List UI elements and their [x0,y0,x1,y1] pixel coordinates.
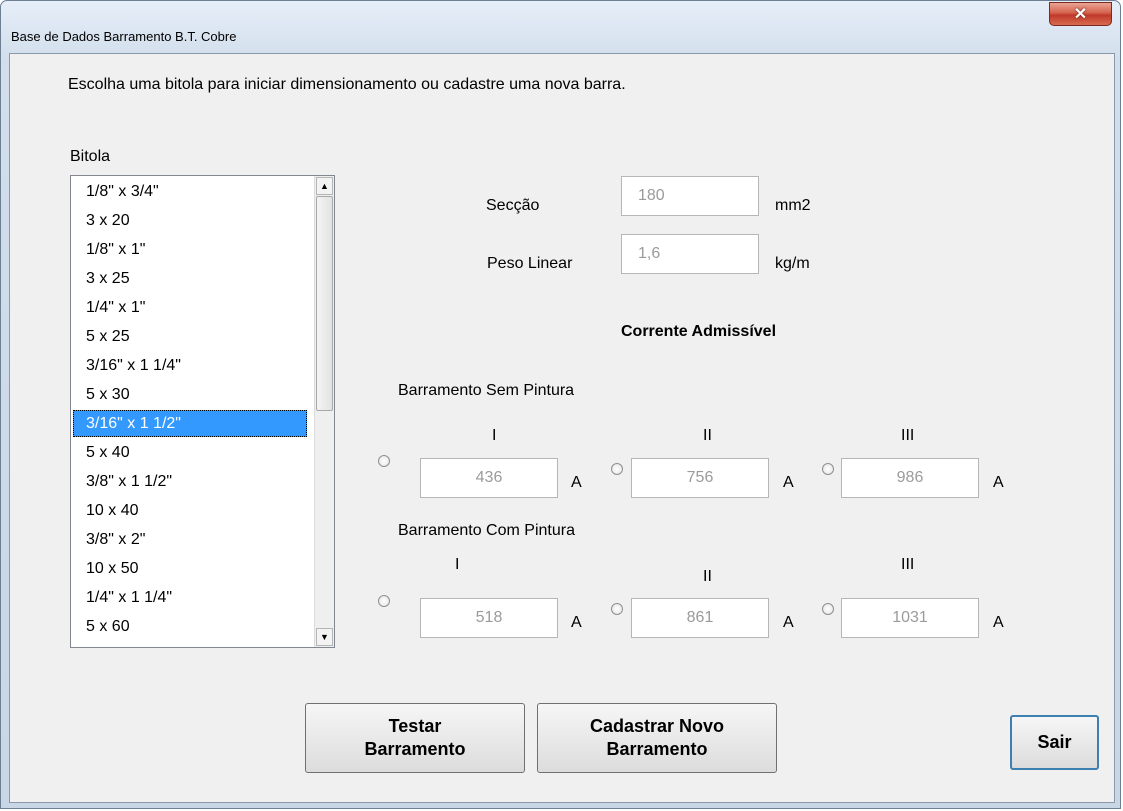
list-item[interactable]: 1/4" x 1" [73,294,307,321]
seccao-label: Secção [486,197,540,214]
com-col-header-ii: II [703,568,712,585]
bitola-listbox[interactable]: 1/8" x 3/4" 3 x 20 1/8" x 1" 3 x 25 1/4"… [70,175,335,648]
com-col-header-iii: III [901,556,915,573]
list-item[interactable]: 3 x 25 [73,265,307,292]
x-close-icon: ✕ [1073,6,1088,23]
window-title: Base de Dados Barramento B.T. Cobre [11,29,237,44]
listbox-scrollbar[interactable]: ▲ ▼ [314,176,334,647]
scroll-thumb[interactable] [316,196,333,411]
com-col-header-i: I [455,556,460,573]
sem-ii-radio[interactable] [611,463,623,475]
sem-i-radio[interactable] [378,455,390,467]
list-item[interactable]: 1/8" x 1" [73,236,307,263]
testar-barramento-button[interactable]: Testar Barramento [305,703,525,773]
corrente-admissivel-title: Corrente Admissível [621,323,777,340]
sem-col-header-ii: II [703,427,712,444]
sem-iii-unit: A [993,474,1004,491]
list-item[interactable]: 5 x 25 [73,323,307,350]
list-item-selected[interactable]: 3/16" x 1 1/2" [73,410,307,437]
list-item[interactable]: 3/16" x 1 1/4" [73,352,307,379]
cadastrar-novo-barramento-button[interactable]: Cadastrar Novo Barramento [537,703,777,773]
sem-pintura-label: Barramento Sem Pintura [398,382,575,399]
list-item[interactable]: 5 x 60 [73,613,307,640]
list-item[interactable]: 5 x 30 [73,381,307,408]
com-ii-radio[interactable] [611,603,623,615]
form-client-area: Escolha uma bitola para iniciar dimensio… [9,53,1115,803]
list-item[interactable]: 3 x 20 [73,207,307,234]
sair-label: Sair [1037,732,1072,752]
list-item[interactable]: 5 x 40 [73,439,307,466]
com-ii-field[interactable]: 861 [631,598,769,638]
sem-ii-field[interactable]: 756 [631,458,769,498]
sem-i-unit: A [571,474,582,491]
sem-ii-unit: A [783,474,794,491]
com-i-radio[interactable] [378,595,390,607]
com-i-unit: A [571,614,582,631]
scroll-up-icon[interactable]: ▲ [316,177,333,195]
list-item[interactable]: 3/8" x 1 1/2" [73,468,307,495]
com-iii-field[interactable]: 1031 [841,598,979,638]
scroll-down-icon[interactable]: ▼ [316,628,333,646]
sair-button[interactable]: Sair [1010,715,1099,770]
main-window: Base de Dados Barramento B.T. Cobre ✕ Es… [0,0,1121,809]
testar-barramento-label: Testar Barramento [364,716,466,759]
list-item[interactable]: 1/8" x 3/4" [73,178,307,205]
cadastrar-novo-barramento-label: Cadastrar Novo Barramento [589,716,725,759]
close-button[interactable]: ✕ [1049,2,1112,26]
com-i-field[interactable]: 518 [420,598,558,638]
com-ii-unit: A [783,614,794,631]
peso-linear-label: Peso Linear [487,255,573,272]
list-item[interactable]: 10 x 50 [73,555,307,582]
list-item[interactable]: 1/4" x 1 1/4" [73,584,307,611]
instruction-text: Escolha uma bitola para iniciar dimensio… [68,76,626,93]
list-item[interactable]: 3/8" x 2" [73,526,307,553]
com-iii-unit: A [993,614,1004,631]
bitola-label: Bitola [70,148,111,165]
sem-col-header-iii: III [901,427,915,444]
seccao-unit: mm2 [775,197,811,214]
sem-iii-radio[interactable] [822,463,834,475]
seccao-field[interactable]: 180 [621,176,759,216]
com-pintura-label: Barramento Com Pintura [398,522,575,539]
com-iii-radio[interactable] [822,603,834,615]
list-item[interactable]: 10 x 40 [73,497,307,524]
sem-col-header-i: I [492,427,497,444]
sem-i-field[interactable]: 436 [420,458,558,498]
title-bar[interactable]: Base de Dados Barramento B.T. Cobre ✕ [1,1,1120,53]
peso-linear-unit: kg/m [775,255,810,272]
peso-linear-field[interactable]: 1,6 [621,234,759,274]
sem-iii-field[interactable]: 986 [841,458,979,498]
